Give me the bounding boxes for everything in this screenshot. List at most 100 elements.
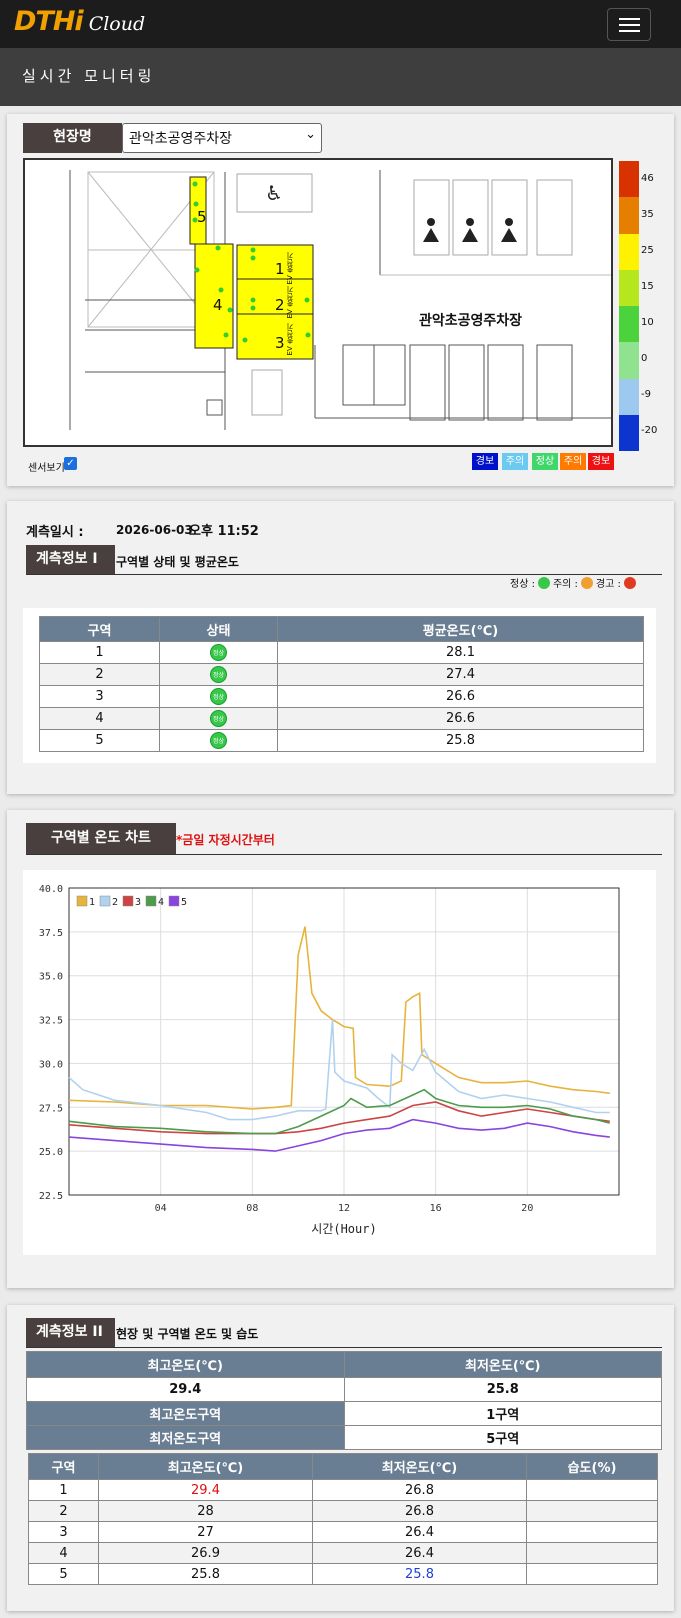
min-temp-cell: 25.8	[312, 1563, 527, 1585]
legend-tick: 10	[641, 317, 654, 328]
status-cell: 정상	[159, 685, 278, 708]
max-temp-header: 최고온도(℃)	[26, 1351, 345, 1378]
dthi-logo[interactable]: DTHi Cloud	[14, 6, 145, 42]
legend-tick: 0	[641, 353, 648, 364]
col-status: 상태	[159, 616, 278, 642]
status-cell: 정상	[159, 641, 278, 664]
hamburger-icon	[619, 18, 640, 20]
normal-leaf-icon: 정상	[210, 666, 227, 683]
legend-swatch	[619, 269, 639, 306]
y-tick-label: 22.5	[39, 1191, 63, 1202]
humidity-cell	[526, 1542, 658, 1564]
status-alarm-cold[interactable]: 경보	[472, 453, 498, 470]
humidity-cell	[526, 1479, 658, 1501]
table-row: 4 26.9 26.4	[28, 1542, 658, 1564]
min-temp-cell: 26.8	[312, 1479, 527, 1501]
zone-label-1[interactable]: 1	[275, 260, 285, 278]
legend-tick: 25	[641, 245, 654, 256]
ev-label-3: EV 충전기	[286, 323, 294, 356]
info2-tag: 계측정보 II	[26, 1318, 115, 1347]
status-caution-hot[interactable]: 주의	[560, 453, 586, 470]
y-tick-label: 27.5	[39, 1103, 63, 1114]
table-row: 4 정상 26.6	[39, 707, 644, 730]
x-tick-label: 04	[155, 1203, 167, 1214]
sensor-view-checkbox[interactable]: ✓	[64, 457, 77, 470]
logo-main: DTHi	[14, 6, 84, 37]
parking-map: ♿ 5 4 1 2 3 EV 충전기 EV 충전기 EV 충전기 관악초공영주차…	[23, 158, 613, 447]
min-temp-cell: 26.8	[312, 1500, 527, 1522]
y-tick-label: 30.0	[39, 1059, 63, 1070]
col-avg-temp: 평균온도(℃)	[277, 616, 644, 642]
zone-cell: 4	[39, 707, 160, 730]
divider	[26, 1347, 662, 1348]
legend-tick: 35	[641, 209, 654, 220]
chevron-down-icon: ⌄	[305, 127, 316, 142]
info1-table-wrap: 구역 상태 평균온도(℃) 1 정상 28.1 2 정상 27.4 3 정상 26.6 4 정…	[23, 608, 656, 763]
legend-warning-label: 경고 :	[595, 579, 621, 590]
normal-leaf-icon: 정상	[210, 710, 227, 727]
zone-cell: 5	[28, 1563, 99, 1585]
status-normal[interactable]: 정상	[532, 453, 558, 470]
max-temp-value: 29.4	[26, 1377, 345, 1402]
ev-label-1: EV 충전기	[286, 252, 294, 285]
zone-label-4[interactable]: 4	[213, 296, 223, 314]
zone-cell: 3	[28, 1521, 99, 1543]
zone-label-5[interactable]: 5	[197, 208, 207, 226]
info1-tag: 계측정보 I	[26, 545, 115, 574]
x-tick-label: 20	[521, 1203, 533, 1214]
site-select[interactable]: 관악초공영주차장 ⌄	[122, 123, 322, 153]
table-row: 2 정상 27.4	[39, 663, 644, 686]
col-max-temp: 최고온도(℃)	[98, 1453, 313, 1480]
table-row: 1 정상 28.1	[39, 641, 644, 664]
hamburger-line	[619, 24, 640, 26]
sensor-view-label: 센서보기	[28, 463, 65, 474]
legend-swatch-3	[122, 895, 134, 907]
min-zone-label: 최저온도구역	[26, 1425, 345, 1450]
table-row: 3 27 26.4	[28, 1521, 658, 1543]
x-tick-label: 08	[246, 1203, 258, 1214]
legend-swatch-2	[99, 895, 111, 907]
legend-swatch	[619, 378, 639, 415]
zone-label-2[interactable]: 2	[275, 296, 285, 314]
col-min-temp: 최저온도(℃)	[312, 1453, 527, 1480]
legend-swatch	[619, 161, 639, 198]
summary-table: 최고온도(℃) 최저온도(℃) 29.4 25.8 최고온도구역 1구역 최저온도구역…	[26, 1351, 662, 1450]
min-zone-value: 5구역	[343, 1425, 662, 1450]
zone-detail-table: 구역 최고온도(℃) 최저온도(℃) 습도(%) 1 29.4 26.8 2 28 26…	[28, 1453, 658, 1585]
legend-swatch	[619, 342, 639, 379]
normal-leaf-icon: 정상	[210, 688, 227, 705]
min-temp-header: 최저온도(℃)	[343, 1351, 662, 1378]
legend-swatch	[619, 197, 639, 234]
normal-leaf-icon: 정상	[210, 644, 227, 661]
legend-swatch-4	[145, 895, 157, 907]
status-cell: 정상	[159, 663, 278, 686]
legend-swatch	[619, 233, 639, 270]
status-caution-cold[interactable]: 주의	[502, 453, 528, 470]
table-row: 2 28 26.8	[28, 1500, 658, 1522]
wheelchair-icon: ♿	[265, 181, 283, 205]
page-header: 실시간 모니터링	[0, 48, 681, 106]
chart-panel: 22.5 25.0 27.5 30.0 32.5 35.0 37.5 40.0 04 08 12 16…	[23, 870, 656, 1255]
col-zone: 구역	[28, 1453, 99, 1480]
site-select-value: 관악초공영주차장	[129, 131, 233, 147]
normal-leaf-icon: 정상	[210, 732, 227, 749]
top-navbar: DTHi Cloud	[0, 0, 681, 48]
warning-leaf-icon	[623, 576, 636, 589]
map-title: 관악초공영주차장	[419, 313, 523, 329]
zone-label-3[interactable]: 3	[275, 334, 285, 352]
status-cell: 정상	[159, 729, 278, 752]
y-tick-label: 37.5	[39, 928, 63, 939]
status-alarm-hot[interactable]: 경보	[588, 453, 614, 470]
menu-toggle-button[interactable]	[607, 8, 651, 41]
ev-label-2: EV 충전기	[286, 286, 294, 319]
legend-tick: -20	[641, 425, 658, 436]
col-zone: 구역	[39, 616, 160, 642]
legend-normal-label: 정상 :	[510, 579, 535, 590]
page-title: 실시간 모니터링	[22, 67, 156, 85]
temperature-color-legend	[619, 161, 639, 451]
avg-temp-cell: 25.8	[277, 729, 644, 752]
legend-label-5: 5	[181, 897, 187, 908]
y-tick-label: 32.5	[39, 1016, 63, 1027]
min-temp-cell: 26.4	[312, 1542, 527, 1564]
max-temp-cell: 28	[98, 1500, 313, 1522]
